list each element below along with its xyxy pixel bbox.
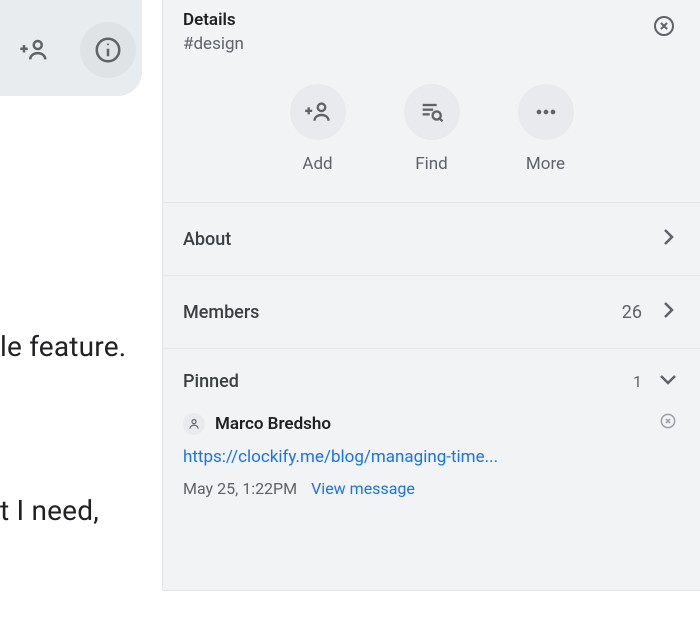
members-count: 26 xyxy=(622,302,642,323)
pinned-date: May 25, 1:22PM xyxy=(183,479,297,498)
chat-text-fragment: le feature. xyxy=(0,330,126,363)
find-action[interactable]: Find xyxy=(404,84,460,174)
close-button[interactable] xyxy=(648,10,680,42)
chat-text-fragment: t I need, xyxy=(0,494,99,527)
pinned-author: Marco Bredsho xyxy=(215,414,331,434)
details-panel: Details #design Add xyxy=(162,0,700,632)
details-info-button[interactable] xyxy=(80,22,136,78)
pinned-section: Pinned 1 Marco Bredsho xyxy=(163,349,700,508)
about-section[interactable]: About xyxy=(163,203,700,276)
chevron-right-icon xyxy=(656,225,680,249)
add-action[interactable]: Add xyxy=(290,84,346,174)
more-horiz-icon xyxy=(532,98,560,126)
close-circle-icon xyxy=(658,411,678,431)
members-section[interactable]: Members 26 xyxy=(163,276,700,349)
chevron-down-icon xyxy=(656,367,680,391)
pinned-count: 1 xyxy=(633,372,642,391)
person-add-icon xyxy=(19,35,49,65)
pinned-label: Pinned xyxy=(183,371,239,392)
search-list-icon xyxy=(418,98,446,126)
panel-title: Details xyxy=(183,10,244,30)
toolbar-strip xyxy=(0,0,142,96)
panel-header: Details #design xyxy=(163,0,700,66)
bottom-gap xyxy=(162,590,700,632)
person-add-icon xyxy=(304,98,332,126)
pinned-link[interactable]: https://clockify.me/blog/managing-time..… xyxy=(183,447,680,467)
close-icon xyxy=(652,14,676,38)
remove-pin-button[interactable] xyxy=(656,409,680,433)
panel-subtitle: #design xyxy=(183,34,244,54)
chevron-right-icon xyxy=(656,298,680,322)
avatar xyxy=(183,413,205,435)
view-message-link[interactable]: View message xyxy=(311,479,415,498)
actions-row: Add Find More xyxy=(163,66,700,203)
more-label: More xyxy=(526,154,565,174)
find-label: Find xyxy=(415,154,448,174)
pinned-item: Marco Bredsho https://clockify.me/blog/m… xyxy=(183,409,680,508)
person-icon xyxy=(187,417,201,431)
add-people-button[interactable] xyxy=(6,22,62,78)
add-label: Add xyxy=(302,154,332,174)
members-label: Members xyxy=(183,302,259,323)
more-action[interactable]: More xyxy=(518,84,574,174)
pinned-header[interactable]: Pinned 1 xyxy=(183,367,680,409)
about-label: About xyxy=(183,229,231,250)
info-icon xyxy=(93,35,123,65)
